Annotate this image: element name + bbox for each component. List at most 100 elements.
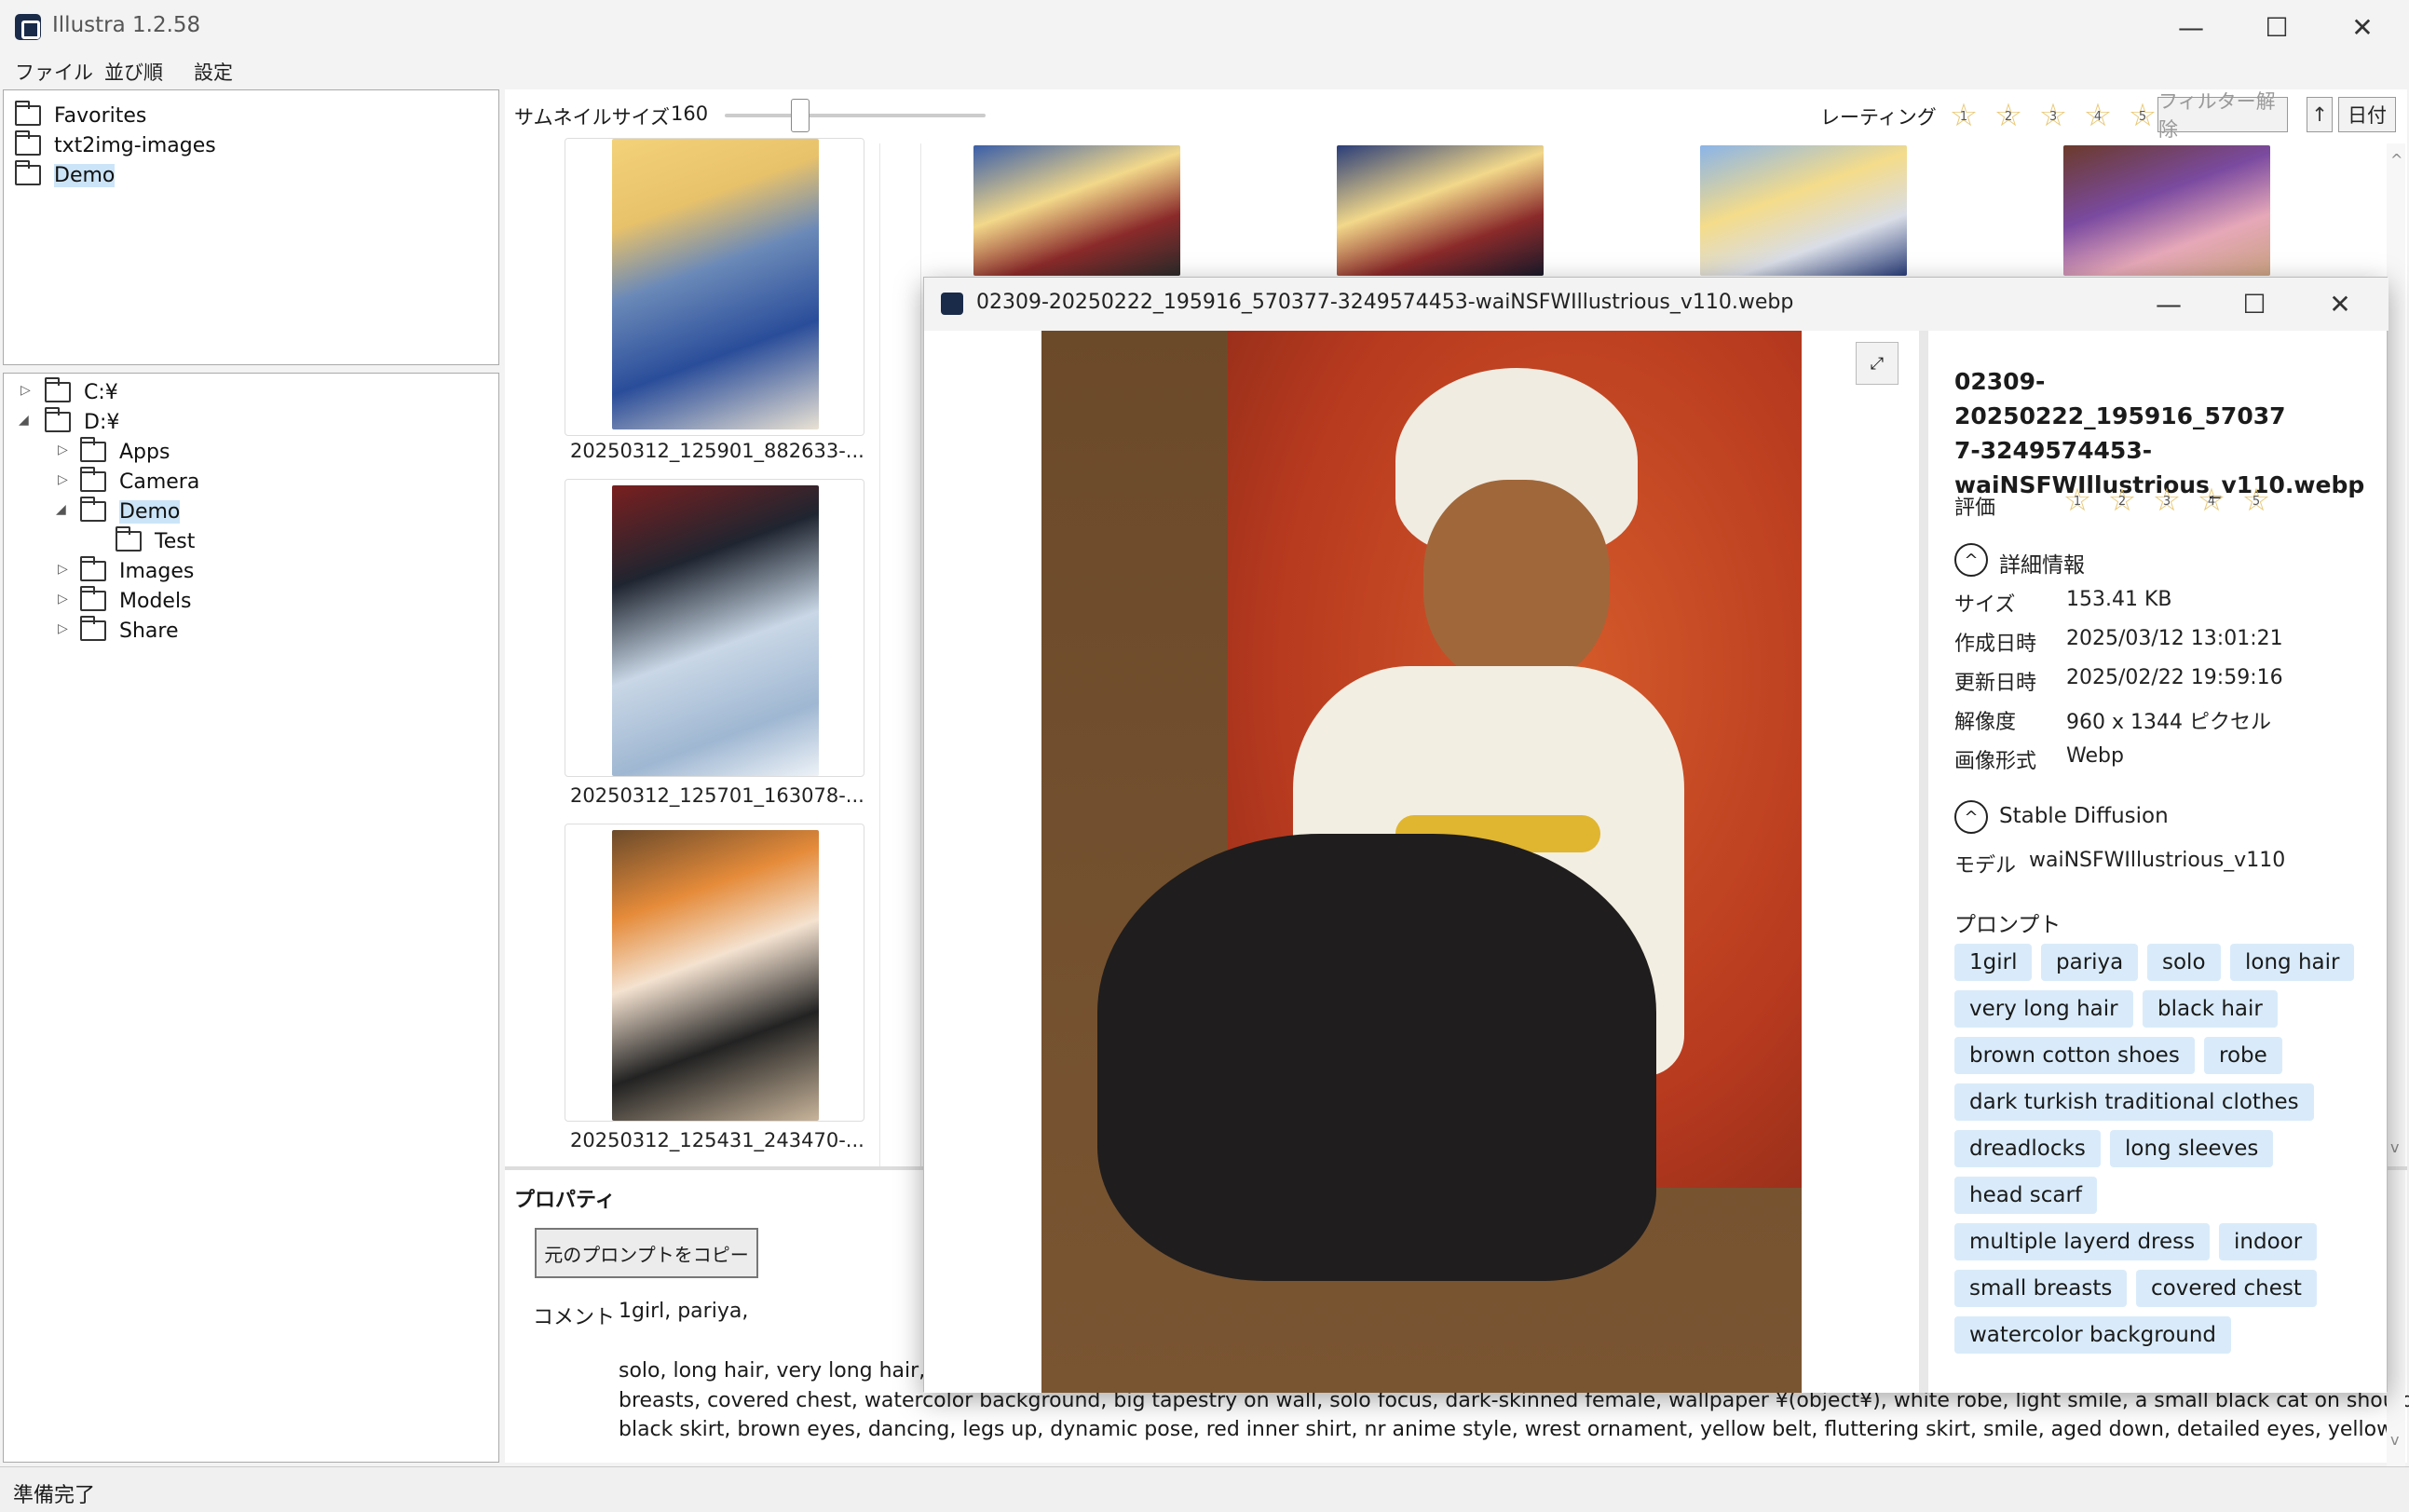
viewer-splitter[interactable] (1919, 331, 1928, 1393)
thumbnail-card[interactable] (565, 138, 864, 436)
slider-thumb[interactable] (791, 99, 810, 132)
thumbnail-image[interactable] (973, 145, 1180, 276)
details-collapse-icon[interactable]: ^ (1954, 543, 1988, 577)
expand-arrow-icon[interactable]: ▷ (58, 562, 68, 577)
thumbnail-image[interactable] (2063, 145, 2270, 276)
tree-item-apps[interactable]: Apps (80, 437, 170, 466)
prompt-tag[interactable]: very long hair (1954, 990, 2133, 1028)
thumbnail-image[interactable] (1700, 145, 1907, 276)
tree-label: Demo (119, 499, 181, 524)
prompt-line: solo, long hair, very long hair, b (619, 1359, 946, 1383)
rating-star-number: 2 (2117, 495, 2127, 509)
rating-star-number: 5 (2252, 495, 2261, 509)
prompt-tag[interactable]: pariya (2041, 944, 2139, 981)
sort-direction-button[interactable]: ↑ (2307, 97, 2333, 132)
tree-item-d[interactable]: D:¥ (45, 407, 119, 436)
detail-label: 画像形式 (1954, 750, 2037, 773)
tree-item-images[interactable]: Images (80, 556, 194, 585)
tree-item-models[interactable]: Models (80, 586, 192, 615)
sd-header: Stable Diffusion (1999, 804, 2169, 828)
detail-value: 2025/02/22 19:59:16 (2066, 666, 2283, 689)
prompt-tag[interactable]: dark turkish traditional clothes (1954, 1083, 2314, 1121)
tree-item-demo[interactable]: Demo (80, 497, 181, 525)
thumbnail-card[interactable] (565, 479, 864, 777)
rating-filter-star-number: 1 (1959, 110, 1968, 124)
maximize-button[interactable]: ☐ (2234, 0, 2320, 54)
scroll-up-icon[interactable]: ^ (2390, 151, 2402, 169)
tree-label: Camera (119, 470, 200, 494)
viewer-minimize-button[interactable]: — (2126, 278, 2212, 330)
thumbnail-size-label: サムネイルサイズ (514, 106, 670, 129)
collapse-arrow-icon[interactable]: ◢ (56, 502, 66, 517)
prompt-tag[interactable]: indoor (2219, 1223, 2318, 1260)
prompt-tag[interactable]: watercolor background (1954, 1316, 2232, 1354)
prompt-tag[interactable]: long sleeves (2110, 1130, 2274, 1167)
rating-filter-star-number: 4 (2093, 110, 2103, 124)
prompt-tag[interactable]: small breasts (1954, 1270, 2128, 1307)
favorite-label: Favorites (54, 103, 147, 128)
expand-arrow-icon[interactable]: ▷ (20, 383, 31, 398)
viewer-maximize-button[interactable]: ☐ (2212, 278, 2297, 330)
prompt-tag[interactable]: solo (2147, 944, 2221, 981)
tree-item-c[interactable]: C:¥ (45, 377, 118, 406)
prompt-tag[interactable]: brown cotton shoes (1954, 1037, 2195, 1074)
folder-icon (80, 556, 106, 581)
tree-item-share[interactable]: Share (80, 616, 179, 645)
app-title: Illustra 1.2.58 (52, 13, 201, 37)
copy-prompt-button[interactable]: 元のプロンプトをコピー (535, 1228, 758, 1278)
prompt-header: プロンプト (1954, 913, 2062, 937)
prompt-tag[interactable]: multiple layerd dress (1954, 1223, 2211, 1260)
status-text: 準備完了 (13, 1484, 96, 1507)
sd-collapse-icon[interactable]: ^ (1954, 800, 1988, 834)
scroll-down-icon[interactable]: v (2390, 1138, 2399, 1156)
scroll-down-icon[interactable]: v (2390, 1431, 2399, 1449)
expand-arrow-icon[interactable]: ▷ (58, 443, 68, 457)
folder-icon (80, 616, 106, 641)
prompt-tag[interactable]: head scarf (1954, 1177, 2098, 1214)
filter-clear-button[interactable]: フィルター解除 (2157, 90, 2288, 141)
collapse-arrow-icon[interactable]: ◢ (19, 413, 29, 428)
prompt-tag[interactable]: covered chest (2136, 1270, 2317, 1307)
thumbnail-caption: 20250312_125431_243470-... (570, 1129, 864, 1151)
close-button[interactable]: ✕ (2320, 0, 2405, 54)
folder-icon (80, 586, 106, 611)
expand-arrow-icon[interactable]: ▷ (58, 621, 68, 636)
model-label: モデル (1954, 854, 2017, 878)
expand-icon[interactable]: ⤢ (1856, 342, 1899, 385)
prompt-tag[interactable]: long hair (2230, 944, 2355, 981)
thumbnail-card[interactable] (565, 824, 864, 1122)
rating-filter-stars[interactable]: ☆ 1 ☆ 2 ☆ 3 ☆ 4 ☆ 5 (1947, 99, 2171, 136)
viewer-image-area[interactable]: ⤢ (924, 331, 1919, 1393)
favorite-item-favorites[interactable]: Favorites (15, 101, 147, 129)
detail-value: 960 x 1344 ピクセル (2066, 711, 2271, 734)
sort-key-button[interactable]: 日付 (2338, 97, 2396, 132)
prompt-tag[interactable]: 1girl (1954, 944, 2033, 981)
main-image (1041, 331, 1802, 1393)
tree-item-camera[interactable]: Camera (80, 467, 200, 496)
folder-icon (80, 437, 106, 462)
thumbnail-image[interactable] (1337, 145, 1544, 276)
favorite-item-txt2img[interactable]: txt2img-images (15, 130, 216, 159)
prompt-tag[interactable]: robe (2204, 1037, 2282, 1074)
thumbnail-size-slider[interactable] (725, 99, 986, 132)
favorite-item-demo[interactable]: Demo (15, 160, 116, 189)
rating-filter-star-number: 3 (2048, 110, 2058, 124)
rating-stars[interactable]: ☆ 1 ☆ 2 ☆ 3 ☆ 4 ☆ 5 (2061, 484, 2284, 521)
minimize-button[interactable]: — (2148, 0, 2234, 54)
expand-arrow-icon[interactable]: ▷ (58, 592, 68, 606)
menu-sort[interactable]: 並び順 (104, 58, 163, 86)
gallery-scrollbar[interactable]: ^ v (2387, 143, 2405, 1166)
tree-item-test[interactable]: Test (116, 526, 195, 555)
menu-file[interactable]: ファイル (15, 58, 93, 86)
tree-label: Share (119, 619, 179, 643)
properties-scrollbar[interactable]: v (2387, 1170, 2405, 1466)
expand-arrow-icon[interactable]: ▷ (58, 472, 68, 487)
detail-label: 更新日時 (1954, 672, 2037, 695)
menu-settings[interactable]: 設定 (194, 58, 233, 86)
image-viewer-window: 02309-20250222_195916_57037 7-3249574453-… (923, 277, 2389, 1393)
prompt-tag[interactable]: dreadlocks (1954, 1130, 2101, 1167)
rating-filter-star-number: 2 (2004, 110, 2013, 124)
detail-value: 153.41 KB (2066, 588, 2172, 611)
prompt-tag[interactable]: black hair (2143, 990, 2278, 1028)
viewer-close-button[interactable]: ✕ (2297, 278, 2383, 330)
